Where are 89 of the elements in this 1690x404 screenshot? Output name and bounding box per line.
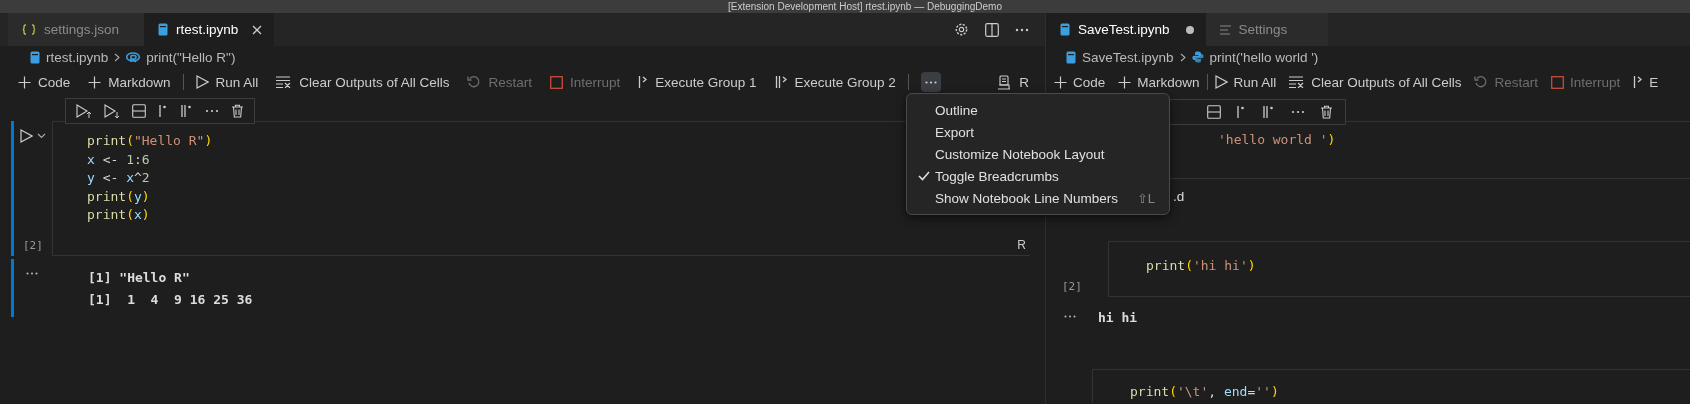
- clear-outputs-icon: [276, 76, 293, 88]
- more-icon[interactable]: [1290, 110, 1305, 114]
- code-line: print('hi hi'): [1146, 257, 1256, 275]
- cell-language[interactable]: R: [1017, 238, 1026, 252]
- group-icon[interactable]: [158, 104, 168, 118]
- chevron-down-icon[interactable]: [37, 133, 46, 139]
- notebook-icon: [158, 23, 168, 36]
- plus-icon: [1054, 75, 1067, 89]
- braces-icon: [22, 24, 36, 35]
- trash-icon[interactable]: [1320, 105, 1334, 119]
- execution-count: [2]: [1061, 280, 1083, 295]
- code-line: print(y): [87, 187, 150, 206]
- stop-icon: [549, 75, 563, 89]
- more-icon: [924, 80, 937, 84]
- toolbar-button[interactable]: Clear Outputs of All Cells: [276, 74, 450, 90]
- run-cell-icon[interactable]: [20, 129, 33, 143]
- group-icon[interactable]: [1236, 105, 1247, 119]
- more-icon[interactable]: [1015, 27, 1029, 32]
- more-icon[interactable]: [205, 109, 219, 113]
- more-icon[interactable]: [1064, 315, 1076, 318]
- code-line: print("Hello R"): [87, 132, 213, 150]
- toolbar-button[interactable]: E: [1633, 74, 1659, 90]
- restart-icon: [467, 75, 482, 89]
- trash-icon[interactable]: [231, 104, 244, 118]
- plus-icon: [1118, 75, 1132, 89]
- chevron-icon: [1179, 52, 1186, 62]
- settings-icon[interactable]: [954, 22, 969, 37]
- notebook-icon: [30, 50, 40, 64]
- code-line: x <- 1:6: [87, 150, 150, 169]
- kernel-icon[interactable]: [997, 74, 1012, 90]
- more-actions-button[interactable]: [920, 72, 941, 92]
- editor-tab[interactable]: settings.json: [8, 13, 144, 46]
- toolbar-button[interactable]: Markdown: [88, 74, 171, 90]
- execute-group-icon: [774, 75, 788, 89]
- python-icon: [1191, 51, 1204, 63]
- split-editor-icon[interactable]: [985, 22, 999, 37]
- editor-tab[interactable]: rtest.ipynb: [144, 13, 275, 46]
- breadcrumb-item[interactable]: SaveTest.ipynb: [1082, 49, 1174, 65]
- split-cell-icon[interactable]: [132, 104, 146, 118]
- breadcrumb-item[interactable]: print('hello world '): [1209, 49, 1319, 65]
- group-icon[interactable]: [1262, 105, 1275, 119]
- window-title: [Extension Development Host] rtest.ipynb — DebuggingDemo: [727, 0, 1002, 13]
- restart-icon: [1474, 75, 1489, 89]
- group-icon[interactable]: [180, 104, 193, 118]
- notebook-icon: [1060, 23, 1070, 36]
- run-above-icon[interactable]: [76, 103, 92, 119]
- close-icon[interactable]: [252, 24, 263, 35]
- toolbar-button[interactable]: Clear Outputs of All Cells: [1289, 74, 1462, 90]
- more-icon[interactable]: [26, 272, 38, 275]
- clear-outputs-icon: [1289, 76, 1306, 88]
- execution-count: [2]: [23, 239, 43, 252]
- code-line: 'hello world '): [1217, 131, 1336, 149]
- shortcut-label: ⇧L: [1136, 190, 1156, 206]
- output-line: hi hi: [1097, 309, 1138, 327]
- plus-icon: [88, 75, 102, 89]
- execute-group-icon: [638, 75, 649, 89]
- code-cell[interactable]: print('hi hi'): [1108, 241, 1690, 297]
- toolbar-button[interactable]: Code: [1054, 74, 1106, 90]
- stop-icon: [1550, 75, 1564, 89]
- toolbar-button[interactable]: Markdown: [1118, 74, 1200, 90]
- toolbar-button[interactable]: Run All: [1214, 74, 1277, 90]
- chevron-icon: [114, 52, 121, 62]
- unsaved-dot: [1185, 25, 1194, 34]
- toolbar-button[interactable]: Execute Group 1: [638, 74, 757, 90]
- code-line: print('\t', end=''): [1130, 383, 1279, 401]
- run-icon: [1214, 75, 1228, 89]
- kernel-name[interactable]: R: [1019, 74, 1029, 90]
- plus-icon: [18, 75, 31, 89]
- output-line: [1] 1 4 9 16 25 36: [88, 291, 253, 309]
- breadcrumb-item[interactable]: print("Hello R"): [146, 49, 236, 65]
- toolbar-button[interactable]: Code: [18, 74, 71, 90]
- run-below-icon[interactable]: [104, 103, 120, 119]
- code-line: print(x): [87, 206, 150, 224]
- split-cell-icon[interactable]: [1206, 105, 1221, 119]
- execute-group-icon: [1633, 75, 1644, 89]
- toolbar-button[interactable]: Execute Group 2: [774, 74, 896, 90]
- r-language-icon: [126, 51, 141, 63]
- editor-tab[interactable]: SaveTest.ipynb: [1046, 13, 1206, 46]
- output-line: [1] "Hello R": [88, 269, 191, 287]
- markdown-text: .d: [1173, 189, 1185, 204]
- editor-tab[interactable]: Settings: [1205, 13, 1328, 46]
- toolbar-button[interactable]: Run All: [195, 74, 259, 90]
- breadcrumb-item[interactable]: rtest.ipynb: [46, 49, 109, 65]
- code-cell[interactable]: print('\t', end=''): [1092, 369, 1690, 403]
- list-icon: [1219, 24, 1231, 35]
- notebook-icon: [1066, 50, 1076, 64]
- menu-item[interactable]: Outline: [913, 99, 1163, 121]
- code-line: y <- x^2: [87, 169, 150, 187]
- run-icon: [195, 75, 209, 89]
